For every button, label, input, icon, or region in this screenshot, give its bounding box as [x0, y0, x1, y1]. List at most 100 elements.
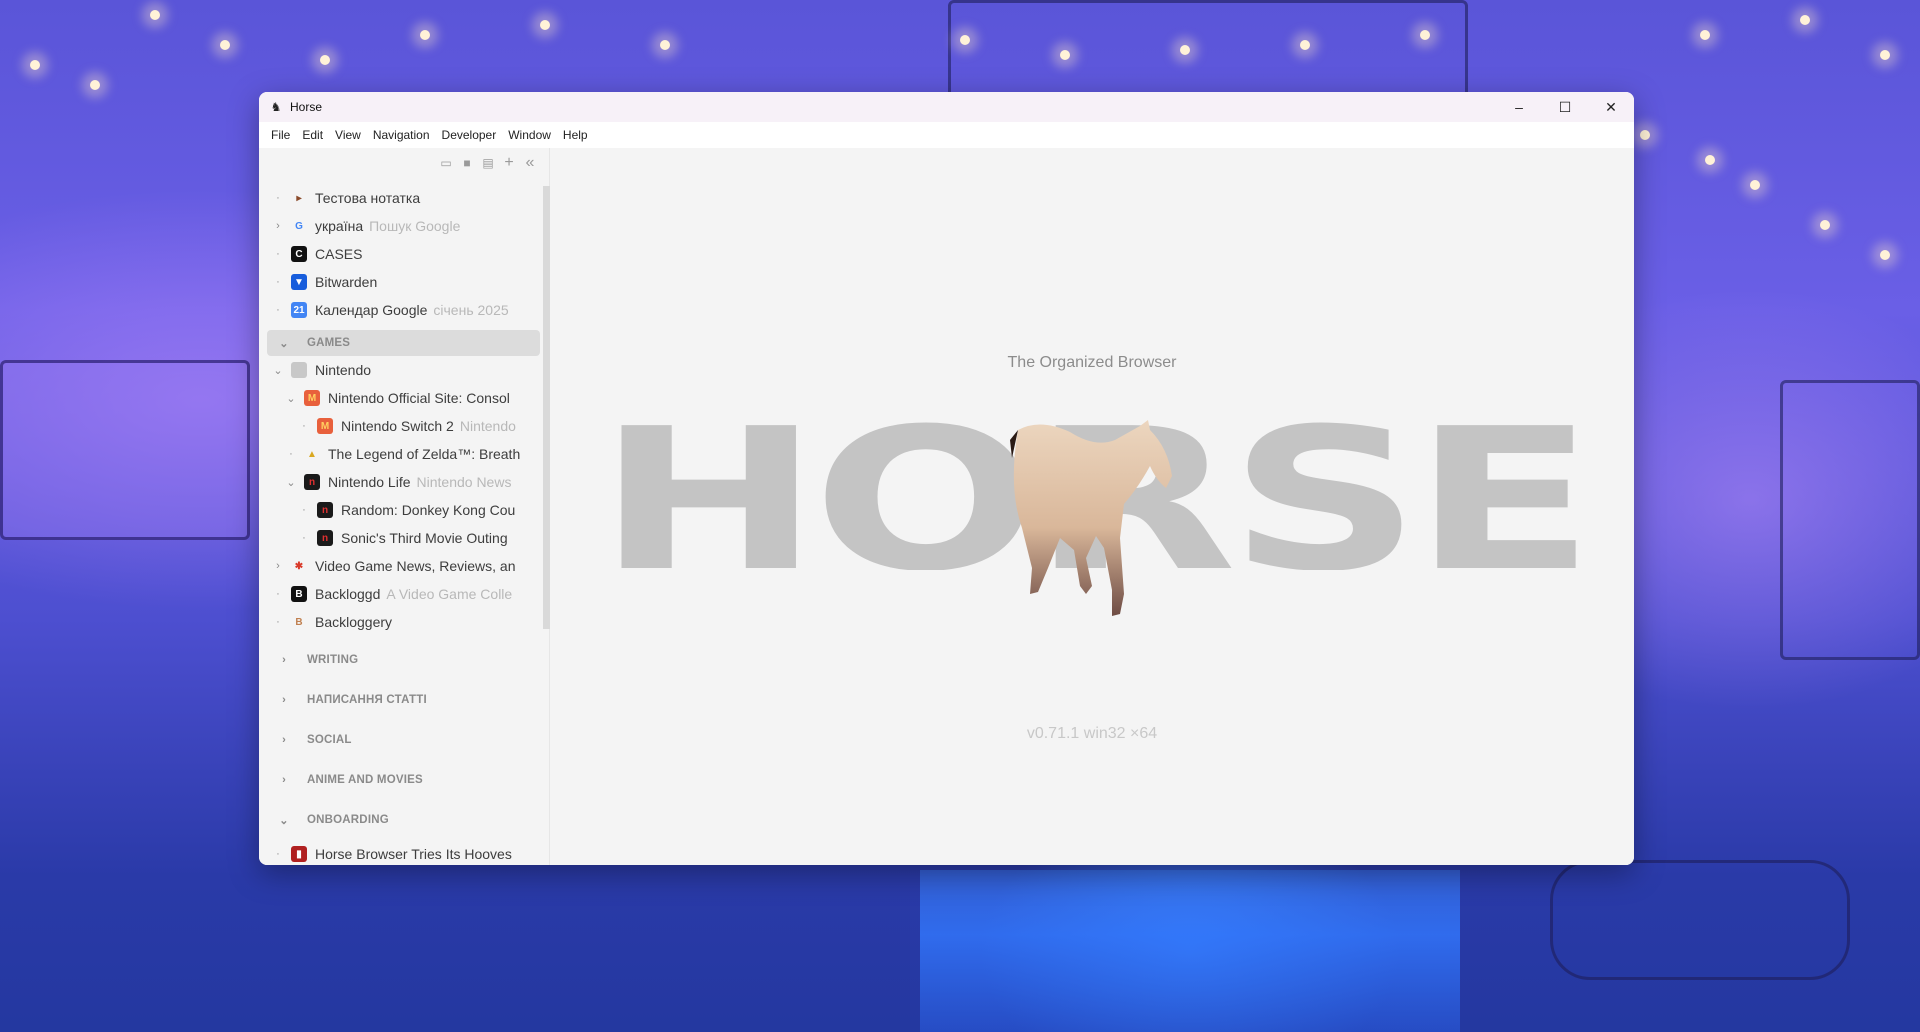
menu-edit[interactable]: Edit [296, 128, 329, 142]
fairy-light [1060, 50, 1070, 60]
fairy-light [1880, 50, 1890, 60]
item-label: Sonic's Third Movie Outing [341, 530, 508, 546]
section-collapsed[interactable]: › ANIME AND MOVIES [259, 760, 542, 800]
sidebar-item[interactable]: › Gукраїна Пошук Google [259, 212, 542, 240]
menu-developer[interactable]: Developer [436, 128, 503, 142]
title-bar[interactable]: ♞ Horse – ☐ ✕ [259, 92, 1634, 122]
chevron-right-icon[interactable]: › [277, 734, 291, 746]
item-label: Backloggd [315, 586, 381, 602]
fairy-light [220, 40, 230, 50]
sidebar-toolbar: ▭ ■ ▤ + « [259, 148, 549, 178]
sidebar-item[interactable]: · 21 Календар Google січень 2025 [259, 296, 542, 324]
section-games[interactable]: ⌄ GAMES [267, 330, 540, 356]
sidebar: ▭ ■ ▤ + « · ▸ Тестова нотатка › Gукраїна Пошу… [259, 148, 550, 865]
item-subtitle: Nintendo News [416, 474, 512, 490]
note-favicon: ▸ [291, 190, 307, 206]
menu-view[interactable]: View [329, 128, 367, 142]
minimize-button[interactable]: – [1496, 92, 1542, 122]
sidebar-item[interactable]: · ▸ Тестова нотатка [259, 184, 542, 212]
triforce-favicon: ▲ [304, 446, 320, 462]
bullet-icon: · [276, 304, 280, 316]
nintendolife-favicon: n [317, 502, 333, 518]
chevron-down-icon[interactable]: ⌄ [277, 814, 291, 827]
chevron-right-icon[interactable]: › [277, 774, 291, 786]
sidebar-item[interactable]: › ✱ Video Game News, Reviews, an [259, 552, 542, 580]
fairy-light [420, 30, 430, 40]
backloggd-favicon: B [291, 586, 307, 602]
chevron-down-icon[interactable]: ⌄ [277, 337, 291, 350]
chevron-down-icon[interactable]: ⌄ [284, 392, 298, 405]
bullet-icon: · [289, 448, 293, 460]
close-button[interactable]: ✕ [1588, 92, 1634, 122]
item-label: Nintendo Switch 2 [341, 418, 454, 434]
fairy-light [1880, 250, 1890, 260]
sidebar-item[interactable]: · n Random: Donkey Kong Cou [259, 496, 542, 524]
sidebar-item[interactable]: · C CASES [259, 240, 542, 268]
tag-icon[interactable]: ▭ [439, 156, 453, 170]
sidebar-item[interactable]: · M Nintendo Switch 2 Nintendo [259, 412, 542, 440]
section-label: ONBOARDING [307, 814, 389, 826]
google-favicon: G [291, 218, 307, 234]
backloggery-favicon: B [291, 614, 307, 630]
sidebar-item[interactable]: · ▲ The Legend of Zelda™: Breath [259, 440, 542, 468]
horse-icon: ♞ [270, 100, 282, 114]
item-label: Nintendo Official Site: Consol [328, 390, 510, 406]
sidebar-item[interactable]: · ▼ Bitwarden [259, 268, 542, 296]
window-body: ▭ ■ ▤ + « · ▸ Тестова нотатка › Gукраїна Пошу… [259, 148, 1634, 865]
version-label: v0.71.1 win32 ×64 [1026, 725, 1158, 742]
sidebar-item[interactable]: · ▮ Horse Browser Tries Its Hooves [259, 840, 542, 865]
chevron-right-icon[interactable]: › [277, 654, 291, 666]
fairy-light [1640, 130, 1650, 140]
item-label: Horse Browser Tries Its Hooves [315, 846, 512, 862]
chevron-down-icon[interactable]: ⌄ [271, 364, 285, 377]
section-label: GAMES [307, 337, 351, 349]
bitwarden-favicon: ▼ [291, 274, 307, 290]
ign-favicon: ✱ [291, 558, 307, 574]
menu-navigation[interactable]: Navigation [367, 128, 436, 142]
bullet-icon: · [302, 504, 306, 516]
sidebar-item[interactable]: · B Backloggery [259, 608, 542, 636]
section-collapsed[interactable]: › НАПИСАННЯ СТАТТІ [259, 680, 542, 720]
chevron-right-icon[interactable]: › [271, 220, 285, 232]
fairy-light [90, 80, 100, 90]
fairy-light [1750, 180, 1760, 190]
note-icon[interactable]: ▤ [481, 156, 495, 170]
section-collapsed[interactable]: › WRITING [259, 640, 542, 680]
sidebar-item[interactable]: ⌄ n Nintendo Life Nintendo News [259, 468, 542, 496]
collapse-sidebar-icon[interactable]: « [523, 154, 537, 171]
item-label: Video Game News, Reviews, an [315, 558, 516, 574]
minimize-icon: – [1515, 99, 1523, 115]
menu-window[interactable]: Window [502, 128, 557, 142]
item-label: Random: Donkey Kong Cou [341, 502, 516, 518]
chevron-right-icon[interactable]: › [271, 560, 285, 572]
bullet-icon: · [276, 276, 280, 288]
menu-file[interactable]: File [265, 128, 296, 142]
sidebar-scrollbar[interactable] [543, 186, 550, 629]
item-label: Календар Google [315, 302, 428, 318]
sidebar-item[interactable]: · n Sonic's Third Movie Outing [259, 524, 542, 552]
mario-favicon: M [304, 390, 320, 406]
bullet-icon: · [276, 848, 280, 860]
chevron-right-icon[interactable]: › [277, 694, 291, 706]
close-icon: ✕ [1605, 98, 1617, 115]
chevron-down-icon[interactable]: ⌄ [284, 476, 298, 489]
fairy-light [320, 55, 330, 65]
menu-help[interactable]: Help [557, 128, 594, 142]
section-onboarding[interactable]: ⌄ ONBOARDING [259, 800, 542, 840]
add-icon[interactable]: + [502, 154, 516, 171]
maximize-button[interactable]: ☐ [1542, 92, 1588, 122]
shelf-decoration [1780, 380, 1920, 660]
browser-window: ♞ Horse – ☐ ✕ File Edit View Navigation … [259, 92, 1634, 865]
bullet-icon: · [302, 420, 306, 432]
section-label: НАПИСАННЯ СТАТТІ [307, 694, 427, 706]
item-label: The Legend of Zelda™: Breath [328, 446, 521, 462]
sidebar-item[interactable]: ⌄ M Nintendo Official Site: Consol [259, 384, 542, 412]
section-collapsed[interactable]: › SOCIAL [259, 720, 542, 760]
folder-icon[interactable]: ■ [460, 156, 474, 170]
fairy-light [660, 40, 670, 50]
fairy-light [30, 60, 40, 70]
sidebar-item[interactable]: ⌄ Nintendo [259, 356, 542, 384]
fairy-light [540, 20, 550, 30]
section-label: SOCIAL [307, 734, 352, 746]
sidebar-item[interactable]: · B Backloggd A Video Game Colle [259, 580, 542, 608]
